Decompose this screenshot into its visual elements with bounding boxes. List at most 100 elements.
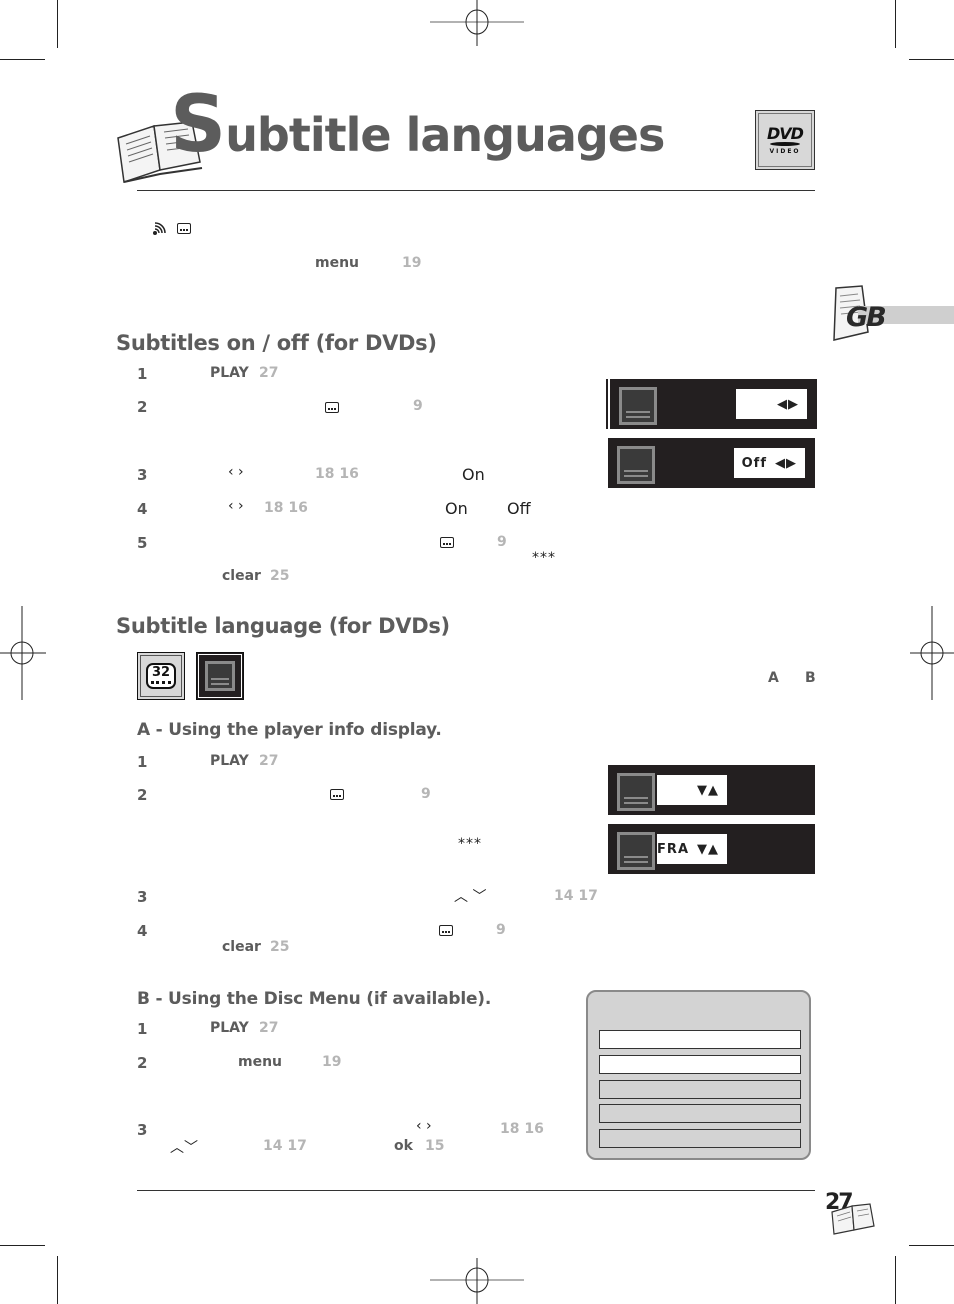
page-ref: 15 — [425, 1138, 445, 1154]
page-ref: 19 — [402, 255, 422, 271]
page-ref: 27 — [259, 1020, 279, 1036]
stars-symbol: *** — [532, 550, 556, 566]
up-down-arrows-icon: ︿﹀ — [170, 1140, 198, 1156]
clear-key-label: clear — [222, 568, 261, 584]
osd-value-box: ◀▶ — [736, 389, 807, 419]
page-ref: 9 — [497, 534, 507, 550]
up-down-arrows-icon: ︿ ﹀ — [454, 889, 487, 905]
osd-value-box: FRA ▼▲ — [657, 834, 727, 864]
osd-subtitle-display: ◀▶ — [608, 379, 817, 429]
step-number: 1 — [137, 365, 148, 383]
crop-mark — [909, 59, 954, 60]
osd-value-box: Off ◀▶ — [734, 448, 805, 478]
page-ref: 19 — [322, 1054, 342, 1070]
option-a-label: A — [768, 670, 779, 686]
clear-key-label: clear — [222, 939, 261, 955]
option-b-label: B — [805, 670, 816, 686]
page-ref: 9 — [413, 398, 423, 414]
left-right-triangles-icon: ◀▶ — [777, 396, 799, 412]
open-book-icon — [831, 1203, 875, 1235]
registration-mark-left — [0, 606, 46, 700]
crop-mark — [57, 1256, 58, 1304]
page-ref: 25 — [270, 568, 290, 584]
language-tab-label: GB — [846, 302, 887, 333]
disc-menu-row — [599, 1080, 801, 1099]
subtitle-badge-icon: 32 — [137, 652, 185, 700]
left-right-arrows-icon: ‹ › — [228, 498, 244, 514]
crop-mark — [895, 0, 896, 48]
left-right-arrows-icon: ‹ › — [416, 1118, 432, 1134]
crop-mark — [0, 1245, 45, 1246]
registration-mark-right — [910, 606, 954, 700]
disc-menu-row — [599, 1129, 801, 1148]
disc-menu-row — [599, 1055, 801, 1074]
disc-menu-row — [599, 1030, 801, 1049]
step-number: 4 — [137, 922, 148, 940]
off-value: Off — [507, 499, 531, 518]
play-key-label: PLAY — [210, 1020, 249, 1036]
step-number: 2 — [137, 786, 148, 804]
subtitle-icon — [325, 402, 339, 413]
section-heading-subtitles-on-off: Subtitles on / off (for DVDs) — [116, 331, 437, 355]
step-number: 1 — [137, 1020, 148, 1038]
osd-value-box: ▼▲ — [657, 775, 727, 805]
page-ref: 18 16 — [315, 466, 359, 482]
on-value: On — [462, 465, 485, 484]
left-right-triangles-icon: ◀▶ — [775, 455, 797, 471]
play-key-label: PLAY — [210, 753, 249, 769]
header-rule — [137, 190, 815, 191]
step-number: 4 — [137, 500, 148, 518]
up-down-triangles-icon: ▼▲ — [697, 841, 719, 857]
disc-menu-illustration — [586, 990, 811, 1160]
up-down-triangles-icon: ▼▲ — [697, 782, 719, 798]
registration-mark-bottom — [430, 1258, 524, 1304]
registration-mark-top — [430, 0, 524, 46]
part-a-heading: A - Using the player info display. — [137, 720, 442, 740]
page-ref: 9 — [496, 922, 506, 938]
left-right-arrows-icon: ‹ › — [228, 464, 244, 480]
page-ref: 14 17 — [554, 888, 598, 904]
crop-mark — [909, 1245, 954, 1246]
subtitle-osd-icon — [617, 446, 655, 484]
subtitle-icon — [439, 925, 453, 936]
part-b-heading: B - Using the Disc Menu (if available). — [137, 989, 492, 1009]
page-ref: 18 16 — [500, 1121, 544, 1137]
step-number: 3 — [137, 1121, 148, 1139]
subtitle-osd-icon — [619, 387, 657, 425]
subtitle-osd-badge-icon — [196, 652, 244, 700]
page-ref: 27 — [259, 753, 279, 769]
subtitle-icon — [177, 223, 191, 234]
page-ref: 14 17 — [263, 1138, 307, 1154]
page-title: Subtitle languages — [170, 80, 665, 170]
footer-rule — [137, 1190, 815, 1191]
crop-mark — [0, 59, 45, 60]
step-number: 2 — [137, 398, 148, 416]
crop-mark — [57, 0, 58, 48]
subtitle-icon — [440, 537, 454, 548]
page-ref: 25 — [270, 939, 290, 955]
step-number: 5 — [137, 534, 148, 552]
menu-key-label: menu — [315, 255, 360, 271]
page-ref: 18 16 — [264, 500, 308, 516]
dvd-video-logo: DVD VIDEO — [755, 110, 815, 170]
page-ref: 27 — [259, 365, 279, 381]
osd-language-display: ▼▲ — [608, 765, 815, 815]
subtitle-osd-icon — [617, 773, 655, 811]
audio-icon — [153, 222, 166, 235]
step-number: 1 — [137, 753, 148, 771]
osd-subtitle-display: Off ◀▶ — [608, 438, 815, 488]
step-number: 2 — [137, 1054, 148, 1072]
osd-language-display: FRA ▼▲ — [608, 824, 815, 874]
page-ref: 9 — [421, 786, 431, 802]
menu-key-label: menu — [238, 1054, 283, 1070]
stars-symbol: *** — [458, 836, 482, 852]
disc-menu-row — [599, 1104, 801, 1123]
step-number: 3 — [137, 466, 148, 484]
section-heading-subtitle-language: Subtitle language (for DVDs) — [116, 614, 450, 638]
ok-key-label: ok — [394, 1138, 413, 1154]
crop-mark — [895, 1256, 896, 1304]
step-number: 3 — [137, 888, 148, 906]
on-value: On — [445, 499, 468, 518]
subtitle-icon — [330, 789, 344, 800]
subtitle-osd-icon — [617, 832, 655, 870]
